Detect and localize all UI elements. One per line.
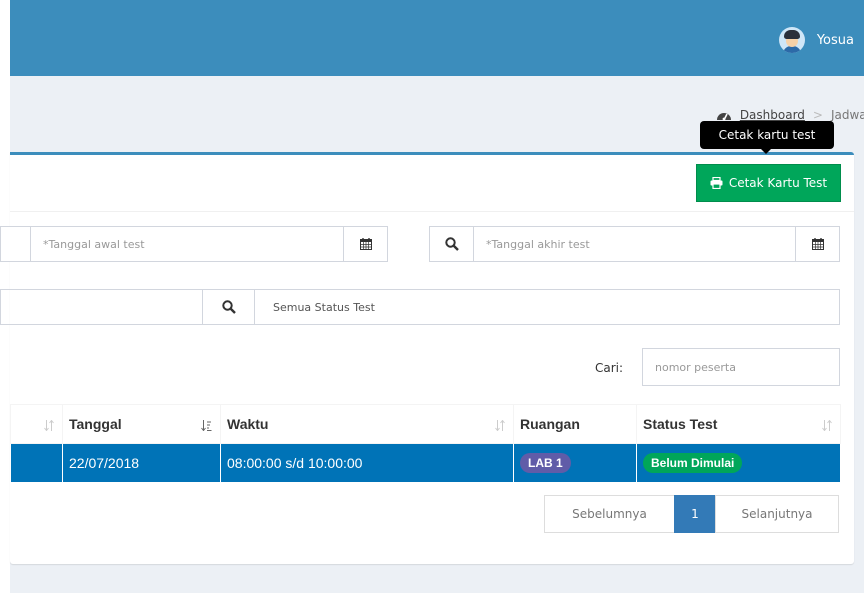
dashboard-icon bbox=[716, 113, 731, 121]
column-tanggal-label: Tanggal bbox=[69, 416, 122, 432]
start-date-group: *Tanggal awal test bbox=[0, 226, 388, 262]
column-header-waktu[interactable]: Waktu bbox=[220, 404, 514, 444]
column-header-ruangan[interactable]: Ruangan bbox=[513, 404, 637, 444]
sort-icon bbox=[44, 420, 54, 431]
breadcrumb-current: Jadwal bbox=[830, 108, 864, 122]
start-date-calendar-button[interactable] bbox=[343, 227, 387, 261]
print-tooltip: Cetak kartu test bbox=[700, 121, 834, 154]
breadcrumb-home-link[interactable]: Dashboard bbox=[740, 108, 805, 122]
pagination-next-button[interactable]: Selanjutnya bbox=[715, 495, 839, 533]
calendar-icon bbox=[811, 238, 824, 250]
start-date-addon bbox=[1, 227, 31, 261]
breadcrumb-separator: > bbox=[812, 108, 823, 122]
status-select-value: Semua Status Test bbox=[273, 300, 375, 314]
user-menu[interactable]: Yosua bbox=[778, 27, 864, 53]
cell-tanggal: 22/07/2018 bbox=[62, 443, 221, 483]
schedule-table: Tanggal Waktu Ruangan Status Test 22/07/… bbox=[10, 404, 841, 483]
breadcrumb: Dashboard > Jadwal bbox=[716, 108, 864, 122]
status-select-group: Semua Status Test bbox=[202, 289, 840, 325]
pagination-page-1[interactable]: 1 bbox=[674, 495, 716, 533]
table-row[interactable]: 22/07/2018 08:00:00 s/d 10:00:00 LAB 1 B… bbox=[10, 443, 841, 483]
end-date-group: *Tanggal akhir test bbox=[429, 226, 840, 262]
start-date-input[interactable]: *Tanggal awal test bbox=[31, 227, 343, 261]
cell-number bbox=[10, 443, 63, 483]
status-search-addon bbox=[203, 290, 255, 324]
search-label: Cari: bbox=[595, 361, 624, 375]
column-ruangan-label: Ruangan bbox=[520, 416, 580, 432]
status-badge: Belum Dimulai bbox=[643, 453, 743, 473]
status-select[interactable]: Semua Status Test bbox=[255, 290, 839, 324]
top-navbar: Yosua bbox=[10, 0, 864, 76]
column-header-number[interactable] bbox=[10, 404, 63, 444]
cell-status: Belum Dimulai bbox=[636, 443, 841, 483]
column-header-status[interactable]: Status Test bbox=[636, 404, 841, 444]
print-icon bbox=[710, 177, 723, 189]
end-date-input[interactable]: *Tanggal akhir test bbox=[474, 227, 795, 261]
column-waktu-label: Waktu bbox=[227, 416, 269, 432]
search-icon bbox=[444, 237, 459, 251]
cell-waktu: 08:00:00 s/d 10:00:00 bbox=[220, 443, 514, 483]
cell-ruangan: LAB 1 bbox=[513, 443, 637, 483]
print-card-button[interactable]: Cetak Kartu Test bbox=[696, 164, 841, 202]
schedule-box: Cetak Kartu Test *Tanggal awal test *Tan… bbox=[0, 152, 854, 564]
sort-icon bbox=[822, 420, 832, 431]
user-name: Yosua bbox=[816, 32, 854, 48]
print-card-label: Cetak Kartu Test bbox=[728, 176, 828, 190]
column-header-tanggal[interactable]: Tanggal bbox=[62, 404, 221, 444]
pagination-prev-button[interactable]: Sebelumnya bbox=[544, 495, 675, 533]
room-badge: LAB 1 bbox=[520, 453, 571, 473]
table-header-row: Tanggal Waktu Ruangan Status Test bbox=[10, 404, 841, 444]
calendar-icon bbox=[359, 238, 372, 250]
sort-icon bbox=[495, 420, 505, 431]
end-date-calendar-button[interactable] bbox=[795, 227, 839, 261]
box-header-divider bbox=[10, 211, 854, 212]
user-avatar-icon bbox=[778, 27, 805, 53]
search-icon bbox=[221, 300, 236, 314]
sort-icon bbox=[201, 420, 212, 431]
column-status-label: Status Test bbox=[643, 416, 718, 432]
end-date-search-addon bbox=[430, 227, 474, 261]
pagination: Sebelumnya 1 Selanjutnya bbox=[544, 495, 839, 533]
search-input[interactable]: nomor peserta bbox=[642, 348, 840, 386]
